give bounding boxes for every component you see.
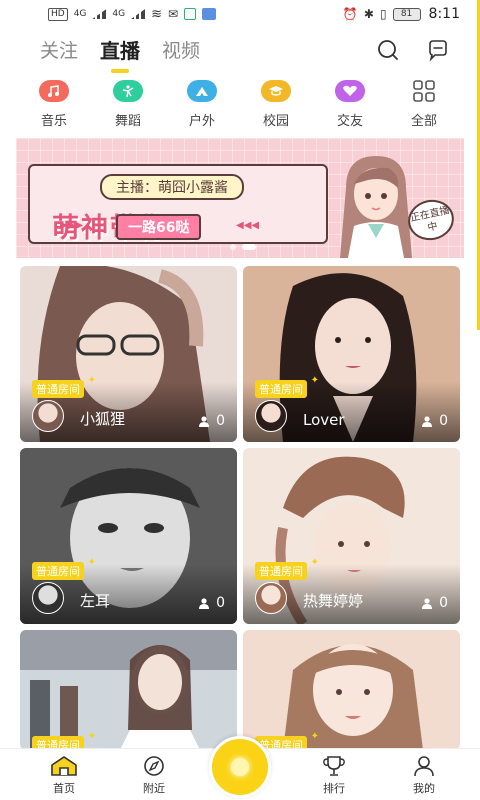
nav-home[interactable]: 首页 — [40, 749, 88, 800]
viewer-count: 0 — [421, 413, 448, 429]
network-badge-2: 4G — [112, 9, 126, 19]
category-dance[interactable]: 舞蹈 — [99, 80, 157, 134]
vibrate-icon: ▯ — [379, 7, 387, 21]
avatar — [255, 400, 287, 432]
status-right: ⏰ ✱ ▯ 81 8:11 — [343, 6, 460, 22]
stream-card[interactable]: 普通房间 热舞婷婷 0 — [243, 448, 460, 624]
viewer-count-value: 0 — [439, 413, 448, 429]
go-live-button[interactable] — [209, 736, 271, 798]
category-label: 音乐 — [40, 114, 67, 129]
dance-icon — [113, 80, 143, 102]
viewer-icon — [422, 598, 433, 609]
category-label: 户外 — [188, 114, 215, 129]
category-label: 交友 — [336, 114, 363, 129]
viewer-icon — [199, 598, 210, 609]
status-left: HD 4G 4G ≋ ✉ — [48, 6, 217, 22]
status-bar: HD 4G 4G ≋ ✉ ⏰ ✱ ▯ 81 8:11 — [0, 0, 480, 28]
banner-dots — [230, 244, 256, 250]
tab-live[interactable]: 直播 — [100, 35, 140, 73]
category-label: 舞蹈 — [114, 114, 141, 129]
music-icon — [39, 80, 69, 102]
nav-label: 我的 — [413, 782, 435, 795]
app-icon — [184, 8, 197, 20]
stream-thumbnail — [243, 630, 460, 750]
viewer-count-value: 0 — [216, 413, 225, 429]
category-campus[interactable]: 校园 — [247, 80, 305, 134]
avatar — [32, 400, 64, 432]
outdoor-icon — [187, 80, 217, 102]
viewer-count: 0 — [198, 413, 225, 429]
banner-anchor: 主播：萌囧小露酱 — [100, 174, 244, 200]
category-music[interactable]: 音乐 — [25, 80, 83, 134]
tab-video[interactable]: 视频 — [162, 36, 200, 63]
viewer-count-value: 0 — [439, 595, 448, 611]
alarm-icon: ⏰ — [342, 7, 358, 21]
viewer-icon — [422, 416, 433, 427]
viewer-count: 0 — [421, 595, 448, 611]
banner-illustration — [340, 156, 412, 258]
bluetooth-icon: ✱ — [363, 7, 374, 21]
nav-rank[interactable]: 排行 — [310, 749, 358, 800]
go-live-icon — [231, 758, 249, 776]
viewer-count: 0 — [198, 595, 225, 611]
grid-icon — [409, 80, 439, 102]
wifi-icon: ≋ — [151, 6, 163, 22]
battery-icon: 81 — [392, 7, 421, 21]
banner-dot-active[interactable] — [242, 244, 256, 250]
status-time: 8:11 — [428, 6, 460, 22]
signal-icon-2 — [131, 9, 146, 19]
signal-icon — [92, 9, 107, 19]
banner-arrows-left: ▶▶▶ — [60, 220, 84, 231]
host-name: 热舞婷婷 — [303, 592, 364, 610]
stream-card[interactable]: 普通房间 左耳 0 — [20, 448, 237, 624]
promo-banner[interactable]: 主播：萌囧小露酱 萌神带你飞 ▶▶▶ 一路66哒 ◀◀◀ 正在直播中 — [16, 138, 464, 258]
message-icon[interactable] — [426, 38, 450, 62]
campus-icon — [261, 80, 291, 102]
nav-label: 附近 — [143, 782, 165, 795]
banner-subtitle: 一路66哒 — [116, 214, 202, 240]
search-icon[interactable] — [376, 38, 400, 62]
host-name: Lover — [303, 411, 345, 429]
stream-card[interactable]: 普通房间 小狐狸 0 — [20, 266, 237, 442]
category-friends[interactable]: 交友 — [321, 80, 379, 134]
nav-nearby[interactable]: 附近 — [130, 749, 178, 800]
viewer-count-value: 0 — [216, 595, 225, 611]
nav-label: 排行 — [323, 782, 345, 795]
host-name: 小狐狸 — [80, 410, 126, 428]
app-icon-2 — [202, 8, 217, 20]
category-all[interactable]: 全部 — [395, 80, 453, 134]
profile-icon — [414, 756, 434, 777]
tab-follow[interactable]: 关注 — [40, 36, 78, 63]
stream-card[interactable]: 普通房间 — [243, 630, 460, 750]
hd-badge: HD — [48, 7, 68, 21]
stream-thumbnail — [20, 630, 237, 750]
avatar — [255, 582, 287, 614]
room-tag: 普通房间 — [32, 375, 96, 398]
friends-icon — [335, 80, 365, 102]
room-tag: 普通房间 — [32, 557, 96, 580]
category-row: 音乐 舞蹈 户外 校园 交友 全部 — [0, 80, 480, 134]
compass-icon — [144, 756, 164, 776]
host-name: 左耳 — [80, 592, 111, 610]
top-actions — [376, 38, 450, 62]
room-tag: 普通房间 — [255, 375, 319, 398]
stream-card[interactable]: 普通房间 — [20, 630, 237, 750]
nav-profile[interactable]: 我的 — [400, 749, 448, 800]
category-label: 全部 — [410, 114, 437, 129]
banner-dot[interactable] — [230, 244, 236, 250]
category-outdoor[interactable]: 户外 — [173, 80, 231, 134]
notification-icon: ✉ — [168, 7, 179, 21]
room-tag: 普通房间 — [255, 557, 319, 580]
avatar — [32, 582, 64, 614]
banner-arrows-right: ◀◀◀ — [236, 220, 260, 231]
home-icon — [51, 756, 77, 776]
network-badge: 4G — [73, 9, 87, 19]
stream-card[interactable]: 普通房间 Lover 0 — [243, 266, 460, 442]
viewer-icon — [199, 416, 210, 427]
trophy-icon — [323, 756, 345, 776]
category-label: 校园 — [262, 114, 289, 129]
nav-label: 首页 — [53, 782, 75, 795]
